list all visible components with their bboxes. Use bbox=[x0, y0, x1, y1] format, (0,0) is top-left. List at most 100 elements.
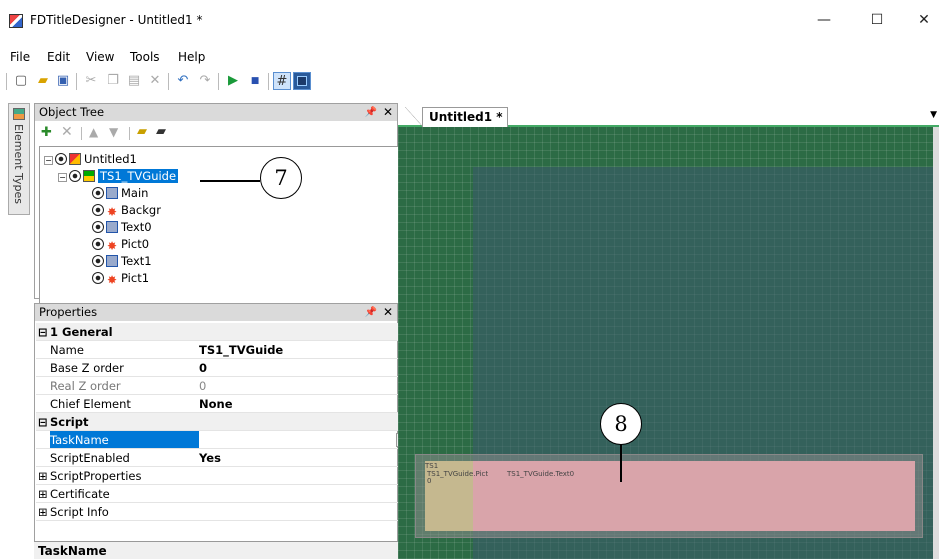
prop-value[interactable]: None bbox=[199, 395, 233, 413]
maximize-button[interactable]: ☐ bbox=[867, 10, 887, 30]
visibility-eye-icon[interactable] bbox=[92, 187, 104, 199]
tree-item-pict1[interactable]: ✸ Pict1 bbox=[92, 270, 149, 286]
save-icon[interactable]: ▣ bbox=[54, 72, 72, 90]
callout-7: 7 bbox=[260, 157, 302, 199]
minimize-button[interactable]: — bbox=[814, 10, 834, 30]
category-script[interactable]: ⊟ Script bbox=[36, 413, 420, 431]
toolbar-separator bbox=[129, 127, 130, 140]
tvguide-element[interactable]: TS1 TS1_TVGuide.Pict TS1_TVGuide.Text0 0 bbox=[415, 454, 923, 538]
toolbar-separator bbox=[76, 73, 77, 90]
tree-item-text0[interactable]: Text0 bbox=[92, 219, 152, 235]
prop-row-certificate[interactable]: ⊞ Certificate bbox=[36, 485, 420, 503]
export-icon[interactable]: ▰ bbox=[156, 124, 166, 139]
properties-header: Properties 📌 ✕ bbox=[35, 304, 397, 321]
prop-row-chief-element[interactable]: Chief Element None bbox=[36, 395, 420, 413]
tree-item-tvguide[interactable]: − TS1_TVGuide bbox=[58, 168, 179, 184]
element-types-tab[interactable]: Element Types bbox=[8, 103, 30, 215]
paste-icon[interactable]: ▤ bbox=[125, 72, 143, 90]
close-icon[interactable]: ✕ bbox=[383, 104, 393, 121]
document-tab-bar: Untitled1 * ▼ bbox=[398, 103, 939, 127]
tab-scroll-icon[interactable]: ▼ bbox=[930, 110, 937, 120]
delete-icon[interactable]: ✕ bbox=[146, 72, 164, 90]
tree-item-pict0[interactable]: ✸ Pict0 bbox=[92, 236, 149, 252]
properties-title: Properties bbox=[39, 305, 98, 319]
prop-row-real-z-order: Real Z order 0 bbox=[36, 377, 420, 395]
main-toolbar: ▢ ▰ ▣ ✂ ❐ ▤ ✕ ↶ ↷ ▶ ■ # bbox=[0, 70, 939, 96]
collapse-icon[interactable]: ⊟ bbox=[38, 413, 48, 431]
play-icon[interactable]: ▶ bbox=[224, 72, 242, 90]
prop-row-name[interactable]: Name TS1_TVGuide bbox=[36, 341, 420, 359]
tab-untitled1[interactable]: Untitled1 * bbox=[405, 107, 508, 127]
import-icon[interactable]: ▰ bbox=[137, 124, 147, 139]
expand-icon[interactable]: ⊞ bbox=[38, 503, 48, 521]
object-tree-panel: Object Tree 📌 ✕ ✚ ✕ ▲ ▼ ▰ ▰ − Untitled1 −… bbox=[34, 103, 416, 322]
stop-icon[interactable]: ■ bbox=[246, 72, 264, 90]
prop-value[interactable]: TS1_TVGuide bbox=[199, 341, 283, 359]
redo-icon[interactable]: ↷ bbox=[196, 72, 214, 90]
collapse-icon[interactable]: − bbox=[44, 156, 53, 165]
tree-item-label: Text0 bbox=[121, 220, 152, 234]
prop-row-script-enabled[interactable]: ScriptEnabled Yes bbox=[36, 449, 420, 467]
delete-element-icon[interactable]: ✕ bbox=[61, 124, 73, 140]
prop-value[interactable]: 0 bbox=[199, 359, 207, 377]
callout-line bbox=[200, 180, 260, 182]
undo-icon[interactable]: ↶ bbox=[174, 72, 192, 90]
pin-icon[interactable]: 📌 bbox=[365, 104, 377, 121]
cut-icon[interactable]: ✂ bbox=[82, 72, 100, 90]
new-file-icon[interactable]: ▢ bbox=[12, 72, 30, 90]
element-content: TS1 TS1_TVGuide.Pict TS1_TVGuide.Text0 0 bbox=[425, 461, 915, 531]
expand-icon[interactable]: ⊞ bbox=[38, 485, 48, 503]
prop-row-script-properties[interactable]: ⊞ ScriptProperties bbox=[36, 467, 420, 485]
visibility-eye-icon[interactable] bbox=[92, 272, 104, 284]
toolbar-grip bbox=[6, 73, 7, 90]
prop-row-base-z-order[interactable]: Base Z order 0 bbox=[36, 359, 420, 377]
tree-item-text1[interactable]: Text1 bbox=[92, 253, 152, 269]
vertical-scrollbar[interactable] bbox=[933, 127, 939, 559]
close-button[interactable]: ✕ bbox=[914, 10, 934, 30]
visibility-eye-icon[interactable] bbox=[92, 221, 104, 233]
property-help-title: TaskName bbox=[34, 541, 399, 559]
menu-tools[interactable]: Tools bbox=[130, 50, 160, 64]
object-tree: − Untitled1 − TS1_TVGuide Main ✸ Backgr Tex… bbox=[39, 146, 416, 322]
prop-name: Base Z order bbox=[50, 361, 124, 375]
prop-row-taskname[interactable]: TaskName ... bbox=[36, 431, 420, 449]
grid-icon[interactable]: # bbox=[273, 72, 291, 90]
design-canvas[interactable]: TS1 TS1_TVGuide.Pict TS1_TVGuide.Text0 0 bbox=[398, 127, 939, 559]
tree-item-label: Text1 bbox=[121, 254, 152, 268]
add-element-icon[interactable]: ✚ bbox=[41, 125, 52, 140]
collapse-icon[interactable]: − bbox=[58, 173, 67, 182]
toolbar-separator bbox=[268, 73, 269, 90]
menu-view[interactable]: View bbox=[86, 50, 114, 64]
close-icon[interactable]: ✕ bbox=[383, 304, 393, 321]
prop-row-script-info[interactable]: ⊞ Script Info bbox=[36, 503, 420, 521]
title-bar: FDTitleDesigner - Untitled1 * — ☐ ✕ bbox=[0, 0, 939, 46]
visibility-eye-icon[interactable] bbox=[92, 238, 104, 250]
prop-name: TaskName bbox=[50, 433, 109, 447]
tree-item-root[interactable]: − Untitled1 bbox=[44, 151, 137, 167]
element-types-label: Element Types bbox=[12, 124, 25, 205]
pin-icon[interactable]: 📌 bbox=[365, 304, 377, 321]
menu-help[interactable]: Help bbox=[178, 50, 205, 64]
callout-line bbox=[620, 444, 622, 482]
menu-edit[interactable]: Edit bbox=[47, 50, 70, 64]
visibility-eye-icon[interactable] bbox=[92, 204, 104, 216]
prop-value[interactable]: Yes bbox=[199, 449, 221, 467]
prop-value: 0 bbox=[199, 379, 207, 393]
open-folder-icon[interactable]: ▰ bbox=[34, 72, 52, 90]
tree-item-backgr[interactable]: ✸ Backgr bbox=[92, 202, 161, 218]
copy-icon[interactable]: ❐ bbox=[104, 72, 122, 90]
visibility-eye-icon[interactable] bbox=[92, 255, 104, 267]
prop-name: Name bbox=[50, 343, 84, 357]
expand-icon[interactable]: ⊞ bbox=[38, 467, 48, 485]
category-general[interactable]: ⊟ 1 General bbox=[36, 323, 420, 341]
move-up-icon[interactable]: ▲ bbox=[89, 125, 98, 139]
prop-name: Chief Element bbox=[50, 397, 131, 411]
tree-item-main[interactable]: Main bbox=[92, 185, 148, 201]
collapse-icon[interactable]: ⊟ bbox=[38, 323, 48, 341]
move-down-icon[interactable]: ▼ bbox=[109, 125, 118, 139]
menu-file[interactable]: File bbox=[10, 50, 30, 64]
visibility-eye-icon[interactable] bbox=[69, 170, 81, 182]
window-title: FDTitleDesigner - Untitled1 * bbox=[30, 13, 203, 27]
safe-area-icon[interactable] bbox=[293, 72, 311, 90]
visibility-eye-icon[interactable] bbox=[55, 153, 67, 165]
